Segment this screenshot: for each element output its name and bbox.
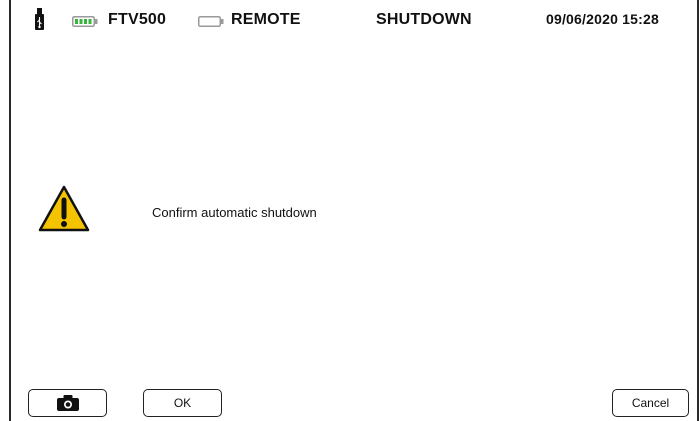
camera-icon — [56, 395, 79, 411]
status-bar: FTV500 REMOTE SHUTDOWN 09/06/2020 15:28 — [11, 0, 697, 40]
dialog-message: Confirm automatic shutdown — [152, 205, 317, 220]
ok-button-label: OK — [173, 396, 192, 410]
usb-icon — [35, 8, 44, 30]
mode-label: SHUTDOWN — [376, 11, 472, 28]
datetime: 09/06/2020 15:28 — [546, 11, 659, 27]
remote-label: REMOTE — [231, 11, 301, 28]
cancel-button[interactable]: Cancel — [612, 389, 689, 417]
screen-border-left — [9, 0, 11, 421]
warning-icon — [38, 185, 90, 232]
cancel-button-label: Cancel — [631, 396, 670, 410]
remote-battery-icon — [198, 16, 224, 27]
battery-icon — [72, 16, 98, 27]
ok-button[interactable]: OK — [143, 389, 222, 417]
screenshot-button[interactable] — [28, 389, 107, 417]
device-name: FTV500 — [108, 11, 167, 28]
